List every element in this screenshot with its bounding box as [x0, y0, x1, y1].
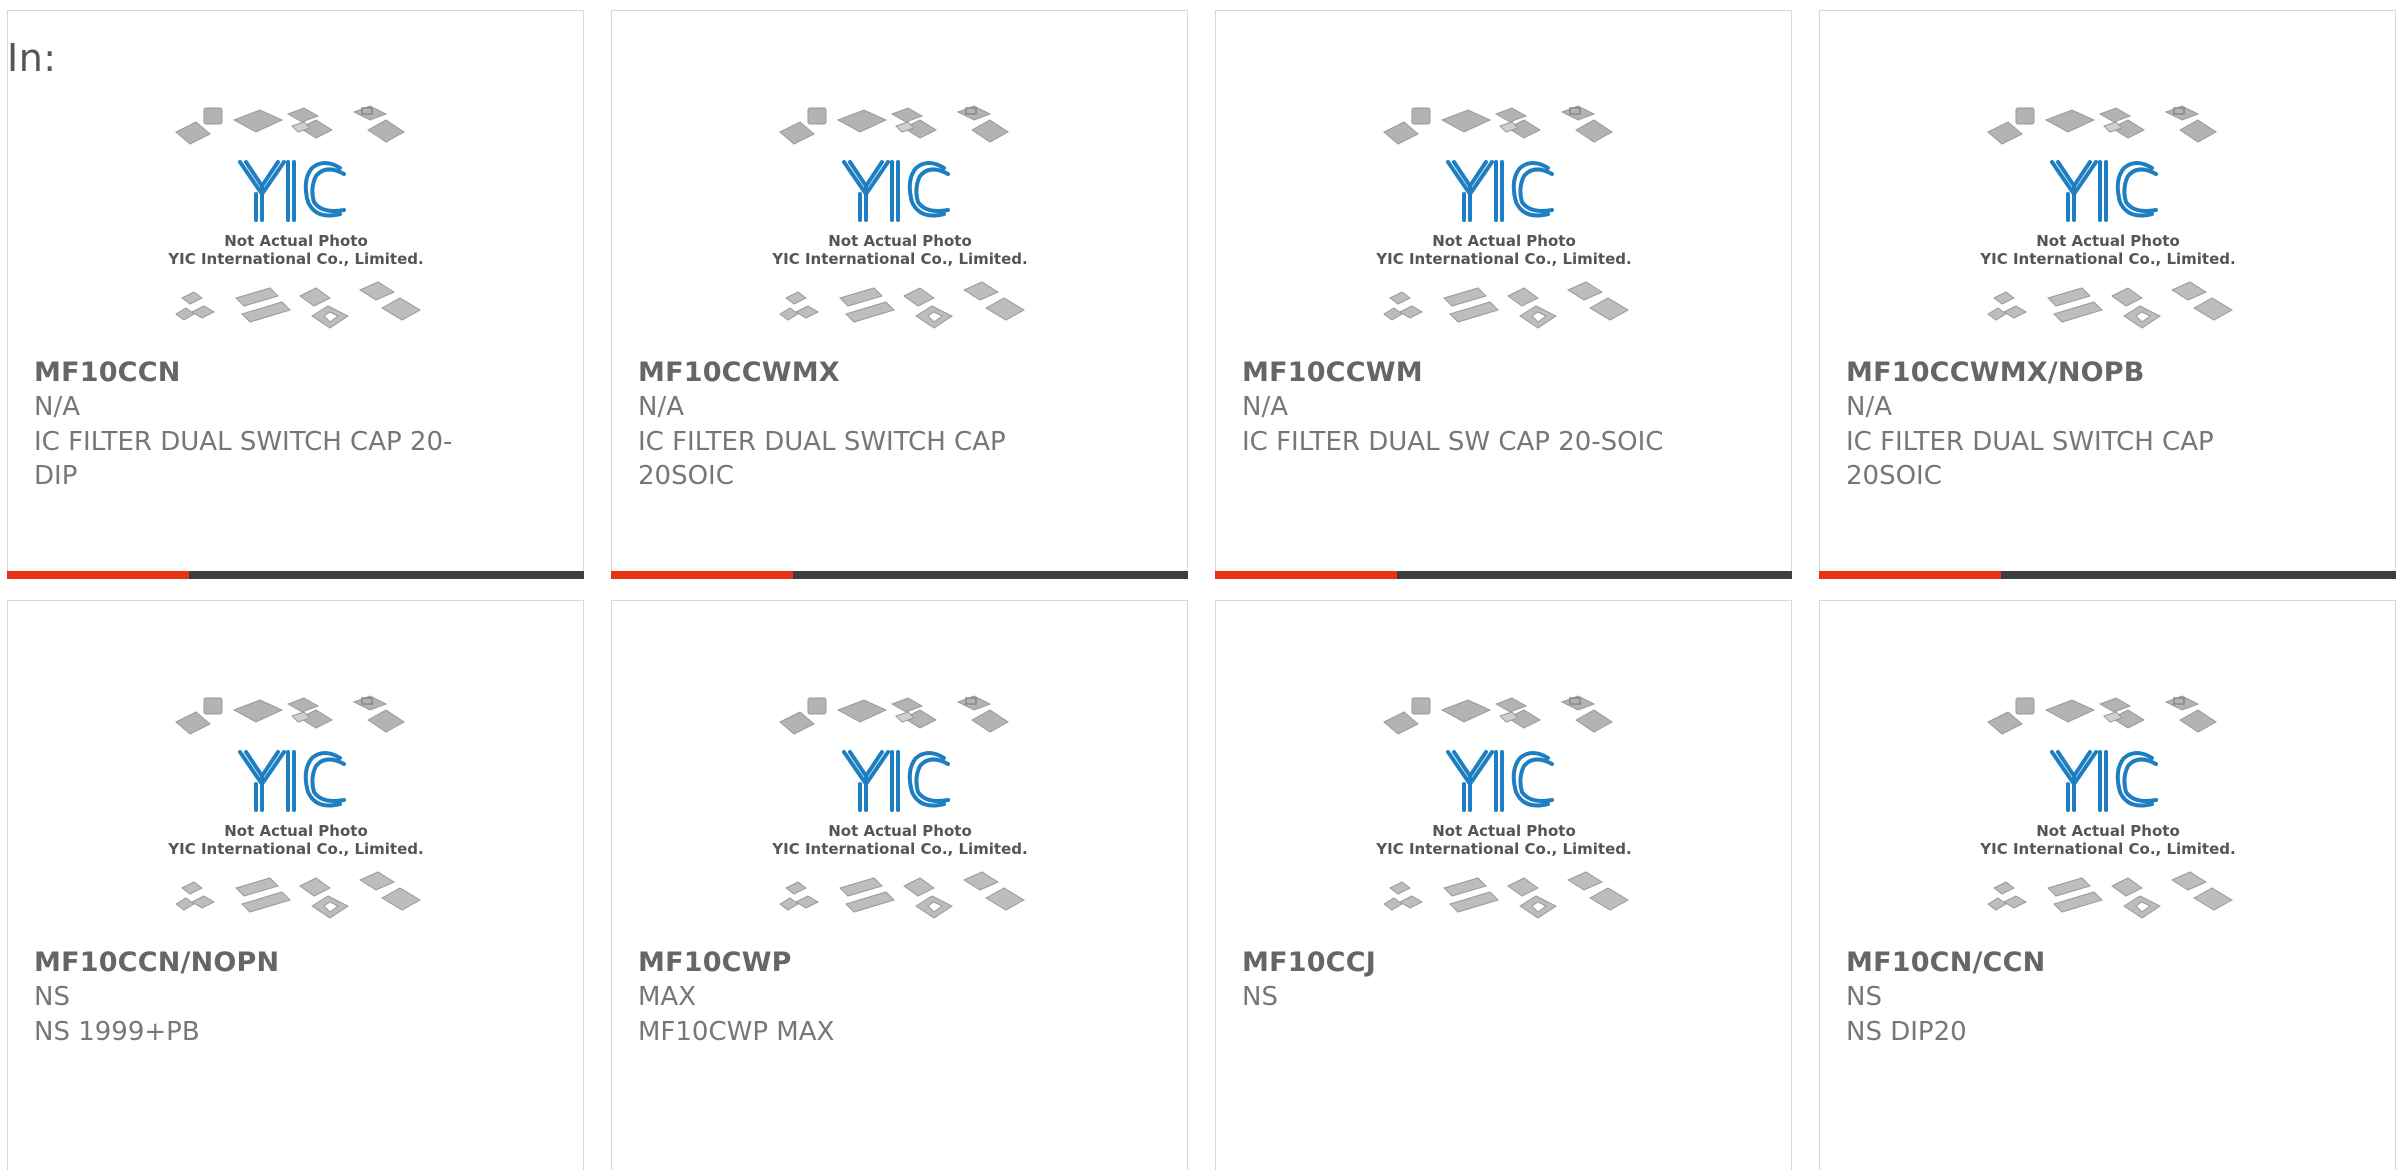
product-description: IC FILTER DUAL SWITCH CAP 20SOIC — [1846, 427, 2214, 491]
product-photo-placeholder[interactable]: Not Actual Photo YIC International Co., … — [768, 687, 1032, 937]
part-number-link[interactable]: MF10CN/CCN — [1846, 947, 2045, 978]
card-footer-accent — [1819, 571, 2001, 579]
manufacturer-label: NS — [1846, 982, 1882, 1012]
photo-caption-line2: YIC International Co., Limited. — [1375, 840, 1631, 858]
card-footer-accent — [7, 571, 189, 579]
product-description: MF10CWP MAX — [638, 1017, 835, 1047]
product-photo-placeholder[interactable]: Not Actual Photo YIC International Co., … — [1976, 687, 2240, 937]
page-heading: In: — [7, 36, 57, 80]
photo-caption-line1: Not Actual Photo — [2036, 822, 2180, 840]
product-card[interactable]: Not Actual Photo YIC International Co., … — [611, 10, 1188, 579]
product-description: IC FILTER DUAL SWITCH CAP 20-DIP — [34, 427, 453, 491]
photo-caption-line2: YIC International Co., Limited. — [771, 250, 1027, 268]
photo-caption-line2: YIC International Co., Limited. — [167, 250, 423, 268]
product-card[interactable]: Not Actual Photo YIC International Co., … — [611, 600, 1188, 1170]
manufacturer-label: NS — [34, 982, 70, 1012]
photo-caption-line2: YIC International Co., Limited. — [771, 840, 1027, 858]
product-card[interactable]: Not Actual Photo YIC International Co., … — [1215, 600, 1792, 1170]
photo-caption-line1: Not Actual Photo — [828, 822, 972, 840]
photo-caption-line1: Not Actual Photo — [224, 822, 368, 840]
product-card[interactable]: Not Actual Photo YIC International Co., … — [1819, 600, 2396, 1170]
photo-caption-line1: Not Actual Photo — [828, 232, 972, 250]
manufacturer-label: N/A — [638, 392, 684, 422]
product-grid: Not Actual Photo YIC International Co., … — [0, 0, 2400, 1170]
part-number-link[interactable]: MF10CCWMX — [638, 357, 840, 388]
manufacturer-label: N/A — [34, 392, 80, 422]
product-card[interactable]: Not Actual Photo YIC International Co., … — [1215, 10, 1792, 579]
card-footer-bar — [1819, 571, 2396, 579]
product-photo-placeholder[interactable]: Not Actual Photo YIC International Co., … — [1372, 687, 1636, 937]
product-photo-placeholder[interactable]: Not Actual Photo YIC International Co., … — [768, 97, 1032, 347]
manufacturer-label: N/A — [1846, 392, 1892, 422]
photo-caption-line1: Not Actual Photo — [1432, 822, 1576, 840]
photo-caption-line1: Not Actual Photo — [2036, 232, 2180, 250]
product-description: NS DIP20 — [1846, 1017, 1967, 1047]
card-footer-bar — [1215, 571, 1792, 579]
product-photo-placeholder[interactable]: Not Actual Photo YIC International Co., … — [164, 97, 428, 347]
product-photo-placeholder[interactable]: Not Actual Photo YIC International Co., … — [1372, 97, 1636, 347]
card-footer-bar — [7, 571, 584, 579]
photo-caption-line1: Not Actual Photo — [224, 232, 368, 250]
part-number-link[interactable]: MF10CCN/NOPN — [34, 947, 279, 978]
part-number-link[interactable]: MF10CCN — [34, 357, 181, 388]
product-photo-placeholder[interactable]: Not Actual Photo YIC International Co., … — [1976, 97, 2240, 347]
manufacturer-label: MAX — [638, 982, 697, 1012]
photo-caption-line1: Not Actual Photo — [1432, 232, 1576, 250]
product-card[interactable]: Not Actual Photo YIC International Co., … — [7, 600, 584, 1170]
part-number-link[interactable]: MF10CCJ — [1242, 947, 1376, 978]
product-description: IC FILTER DUAL SWITCH CAP 20SOIC — [638, 427, 1006, 491]
card-footer-accent — [611, 571, 793, 579]
photo-caption-line2: YIC International Co., Limited. — [1979, 840, 2235, 858]
part-number-link[interactable]: MF10CCWMX/NOPB — [1846, 357, 2145, 388]
card-footer-accent — [1215, 571, 1397, 579]
photo-caption-line2: YIC International Co., Limited. — [1979, 250, 2235, 268]
product-card[interactable]: Not Actual Photo YIC International Co., … — [7, 10, 584, 579]
manufacturer-label: N/A — [1242, 392, 1288, 422]
product-card[interactable]: Not Actual Photo YIC International Co., … — [1819, 10, 2396, 579]
product-description: IC FILTER DUAL SW CAP 20-SOIC — [1242, 427, 1664, 457]
photo-caption-line2: YIC International Co., Limited. — [1375, 250, 1631, 268]
manufacturer-label: NS — [1242, 982, 1278, 1012]
part-number-link[interactable]: MF10CWP — [638, 947, 792, 978]
product-photo-placeholder[interactable]: Not Actual Photo YIC International Co., … — [164, 687, 428, 937]
part-number-link[interactable]: MF10CCWM — [1242, 357, 1423, 388]
card-footer-bar — [611, 571, 1188, 579]
photo-caption-line2: YIC International Co., Limited. — [167, 840, 423, 858]
product-description: NS 1999+PB — [34, 1017, 200, 1047]
